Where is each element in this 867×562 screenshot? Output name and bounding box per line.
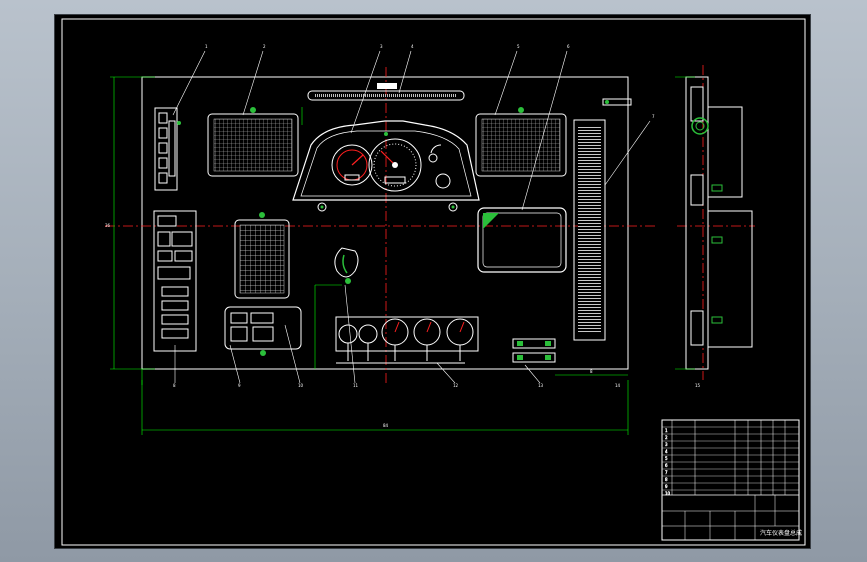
parts-row-number: 3 xyxy=(665,442,668,447)
right-tall-vent xyxy=(573,98,632,341)
horn-component xyxy=(334,247,359,284)
callout-number: 10 xyxy=(298,383,304,388)
callout-number: 2 xyxy=(263,44,266,49)
top-vent-strip xyxy=(307,83,465,101)
parts-row-number: 1 xyxy=(665,428,668,433)
parts-row-number: 9 xyxy=(665,484,668,489)
left-control-column xyxy=(153,210,197,352)
dim-overall-width: 84 xyxy=(383,423,389,428)
hvac-panel xyxy=(224,306,302,356)
cad-drawing: 12345678910 汽车仪表盘总成 84 36 8 1 2 3 4 5 678 9 10 1… xyxy=(61,18,806,546)
title-block: 12345678910 汽车仪表盘总成 xyxy=(661,419,802,541)
callout-numbers: 1 2 3 4 5 678 9 10 11 12 13 14 15 xyxy=(173,44,701,388)
dim-overall-height: 36 xyxy=(105,223,111,228)
callout-number: 12 xyxy=(453,383,459,388)
callout-number: 14 xyxy=(615,383,621,388)
parts-row-number: 2 xyxy=(665,435,668,440)
small-switch-blocks xyxy=(512,338,556,363)
callout-number: 7 xyxy=(652,114,655,119)
switch-strip xyxy=(154,107,181,191)
callout-number: 5 xyxy=(517,44,520,49)
callout-number: 11 xyxy=(353,383,359,388)
callout-number: 3 xyxy=(380,44,383,49)
parts-row-number: 7 xyxy=(665,470,668,475)
drawing-title: 汽车仪表盘总成 xyxy=(760,529,802,537)
left-speaker-grille xyxy=(207,107,299,177)
parts-row-number: 5 xyxy=(665,456,668,461)
parts-row-number: 8 xyxy=(665,477,668,482)
parts-row-number: 4 xyxy=(665,449,668,454)
cad-viewport: 1 2 3 4 5 6 7 8 9 10 汽车仪表盘总成 84 36 8 1 2 3 4 5 6 7 8 9 10 1… xyxy=(0,0,867,562)
drawing-sheet: 1 2 3 4 5 6 7 8 9 10 汽车仪表盘总成 84 36 8 1 2 3 4 5 6 7 8 9 10 1… xyxy=(54,14,811,549)
parts-row-number: 6 xyxy=(665,463,668,468)
callout-number: 9 xyxy=(238,383,241,388)
front-view xyxy=(105,50,655,435)
callout-number: 15 xyxy=(695,383,701,388)
callout-number: 13 xyxy=(538,383,544,388)
callout-number: 1 xyxy=(205,44,208,49)
sheet-border xyxy=(61,18,806,546)
auxiliary-gauges xyxy=(335,316,479,364)
center-air-vent xyxy=(234,212,290,299)
callout-number: 4 xyxy=(411,44,414,49)
display-unit xyxy=(477,207,567,273)
dim-right-offset: 8 xyxy=(590,369,593,374)
callout-number: 6 xyxy=(567,44,570,49)
side-view xyxy=(675,65,755,380)
right-speaker-grille xyxy=(475,107,567,177)
callout-number: 8 xyxy=(173,383,176,388)
